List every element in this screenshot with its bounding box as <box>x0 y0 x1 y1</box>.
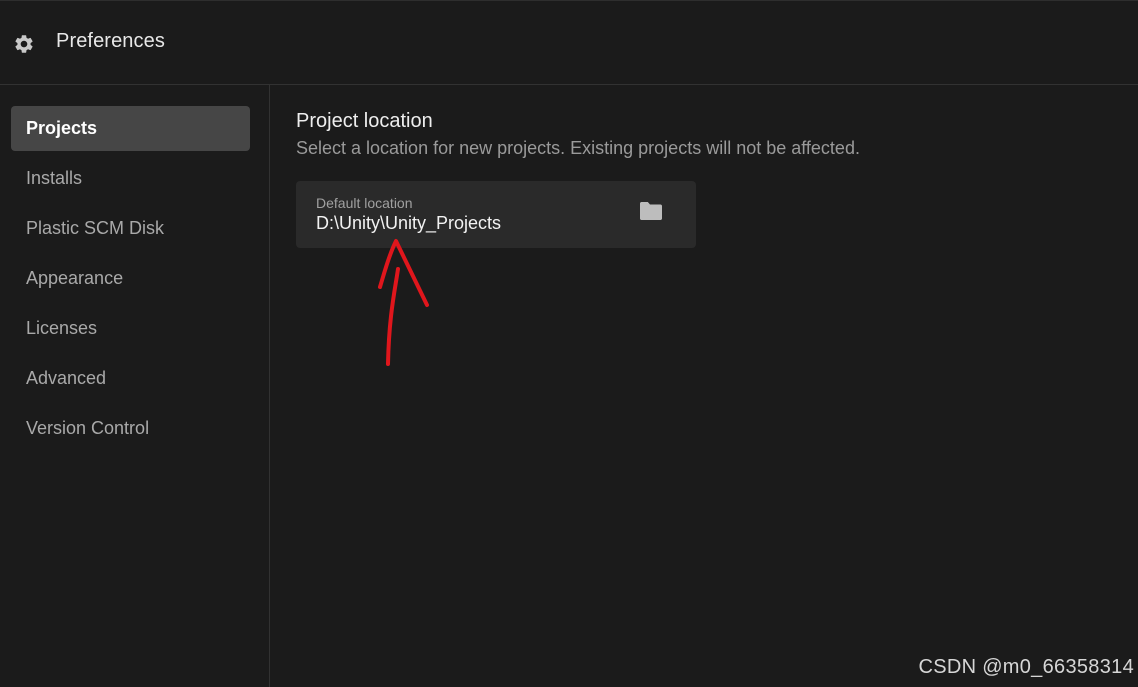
folder-icon[interactable] <box>638 200 664 222</box>
sidebar-item-projects[interactable]: Projects <box>11 106 250 151</box>
location-label: Default location <box>316 195 413 211</box>
location-path: D:\Unity\Unity_Projects <box>316 213 502 233</box>
gear-icon <box>15 35 33 53</box>
preferences-window: Preferences Projects Installs Plastic SC… <box>0 0 1138 687</box>
project-location-field[interactable]: Default location D:\Unity\Unity_Projects <box>296 181 696 248</box>
title-bar: Preferences <box>0 0 1138 85</box>
sidebar-item-version-control[interactable]: Version Control <box>11 406 250 451</box>
sidebar-item-advanced[interactable]: Advanced <box>11 356 250 401</box>
section-description: Select a location for new projects. Exis… <box>296 138 860 158</box>
window-title: Preferences <box>56 30 165 52</box>
sidebar-item-appearance[interactable]: Appearance <box>11 256 250 301</box>
sidebar: Projects Installs Plastic SCM Disk Appea… <box>0 85 270 687</box>
main-panel: Project location Select a location for n… <box>271 85 1138 687</box>
watermark: CSDN @m0_66358314 <box>918 656 1134 678</box>
sidebar-item-licenses[interactable]: Licenses <box>11 306 250 351</box>
section-title: Project location <box>296 110 433 132</box>
sidebar-item-plastic-scm-disk[interactable]: Plastic SCM Disk <box>11 206 250 251</box>
sidebar-item-installs[interactable]: Installs <box>11 156 250 201</box>
